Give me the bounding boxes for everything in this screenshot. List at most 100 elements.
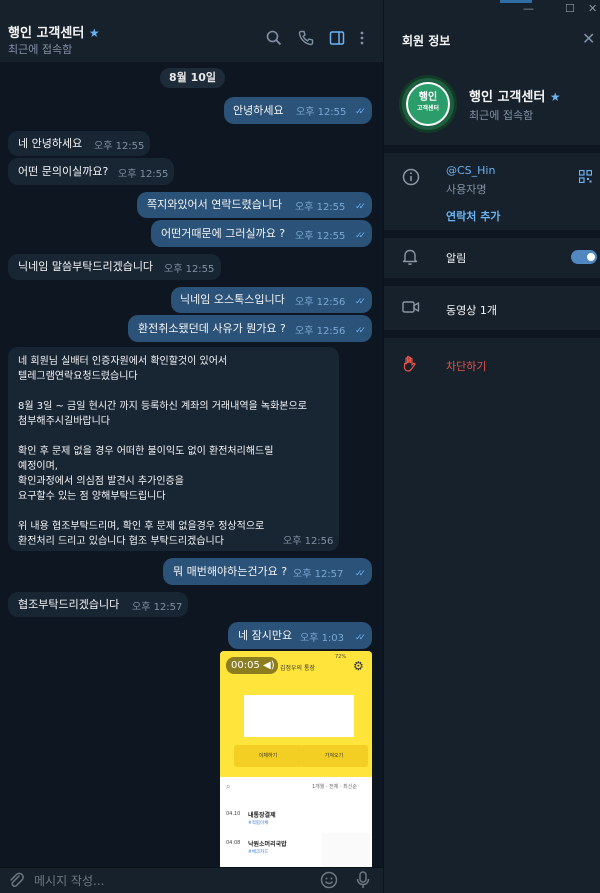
add-contact-button[interactable]: 연락처 추가	[446, 208, 500, 224]
message-text: 환전취소됐던데 사유가 뭔가요 ?	[138, 322, 286, 335]
attachment-row-date: 04.10	[226, 811, 241, 817]
message-outgoing[interactable]: 환전취소됐던데 사유가 뭔가요 ? 오후 12:56 ✓✓	[128, 315, 372, 342]
chat-status: 최근에 접속함	[8, 43, 73, 56]
search-icon: ⌕	[226, 782, 231, 791]
message-time: 오후 12:55	[94, 141, 145, 152]
message-text: 닉네임 오스톡스입니다	[180, 293, 285, 306]
read-checkmarks-icon: ✓✓	[355, 633, 366, 643]
message-outgoing[interactable]: 쪽지와있어서 연락드렸습니다 오후 12:55 ✓✓	[137, 192, 372, 218]
message-composer	[0, 867, 383, 893]
message-time: 오후 12:56	[295, 297, 346, 308]
attachment-account-card	[244, 695, 354, 737]
message-outgoing[interactable]: 안녕하세요 오후 12:55 ✓✓	[224, 97, 372, 124]
message-incoming[interactable]: 네 회원님 실배터 인증자원에서 확인할것이 있어서 텔레그램연락요청드렸습니다…	[8, 347, 339, 551]
message-text: 어떤거때문에 그러실까요 ?	[161, 227, 286, 240]
window-close-icon[interactable]: ✕	[588, 2, 597, 15]
message-time: 오후 12:57	[293, 569, 344, 580]
message-text: 닉네임 말씀부탁드리겠습니다	[18, 260, 154, 273]
message-text: 뭐 매번해야하는건가요 ?	[173, 565, 288, 578]
read-checkmarks-icon: ✓✓	[355, 326, 366, 336]
message-outgoing[interactable]: 네 잠시만요 오후 1:03 ✓✓	[228, 622, 372, 649]
more-menu-icon[interactable]	[358, 30, 376, 48]
chat-title[interactable]: 행인 고객센터 ★	[8, 22, 100, 41]
username-label: 사용자명	[446, 183, 487, 196]
message-text: 네 회원님 실배터 인증자원에서 확인할것이 있어서 텔레그램연락요청드렸습니다…	[18, 356, 307, 547]
close-icon[interactable]: ✕	[582, 29, 595, 48]
message-time: 오후 12:56	[283, 536, 334, 547]
message-time: 오후 12:56	[295, 326, 346, 337]
notifications-toggle[interactable]	[571, 250, 597, 264]
speaker-icon: ◀)	[263, 660, 275, 671]
read-checkmarks-icon: ✓✓	[355, 569, 366, 579]
message-incoming[interactable]: 협조부탁드리겠습니다 오후 12:57	[8, 592, 188, 617]
divider	[384, 230, 600, 238]
block-hand-icon	[402, 355, 418, 377]
divider	[384, 330, 600, 338]
paperclip-icon[interactable]	[8, 871, 24, 893]
date-separator: 8월 10일	[160, 68, 225, 88]
minimize-icon[interactable]: —	[523, 2, 534, 15]
avatar[interactable]: 행인 고객센터	[399, 75, 457, 133]
message-text: 어떤 문의이실까요?	[18, 165, 109, 178]
titlebar-accent	[500, 0, 532, 3]
microphone-icon[interactable]	[356, 871, 370, 893]
maximize-icon[interactable]: ☐	[565, 2, 575, 15]
message-text: 네 잠시만요	[238, 629, 293, 642]
message-time: 오후 12:55	[295, 202, 346, 213]
panel-title: 회원 정보	[402, 34, 451, 48]
message-text: 안녕하세요	[233, 104, 284, 117]
video-duration-badge[interactable]: 00:05 ◀)	[226, 657, 278, 674]
message-time: 오후 12:55	[295, 231, 346, 242]
message-time: 오후 12:55	[164, 264, 215, 275]
read-checkmarks-icon: ✓✓	[355, 107, 366, 117]
message-incoming[interactable]: 네 안녕하세요 오후 12:55	[8, 131, 150, 156]
block-button[interactable]: 차단하기	[446, 358, 486, 374]
video-attachment[interactable]: 김정우의 통장 72% ⚙ 00:05 ◀) 이체하기 가져오기 ⌕ 1개월 ·…	[220, 651, 372, 867]
notifications-label: 알림	[446, 252, 467, 265]
phone-icon[interactable]	[298, 30, 316, 48]
message-incoming[interactable]: 어떤 문의이실까요? 오후 12:55	[8, 158, 174, 185]
telegram-window: 행인 고객센터 ★ 최근에 접속함 8월 10일 안녕하세요 오후 12:55 …	[0, 0, 600, 893]
message-incoming[interactable]: 닉네임 말씀부탁드리겠습니다 오후 12:55	[8, 254, 221, 280]
qr-code-icon[interactable]	[578, 169, 593, 186]
message-text: 협조부탁드리겠습니다	[18, 598, 120, 611]
message-text: 쪽지와있어서 연락드렸습니다	[147, 198, 283, 211]
search-icon[interactable]	[266, 30, 284, 48]
message-input[interactable]	[34, 872, 304, 890]
divider	[384, 145, 600, 153]
attachment-import-button: 가져오기	[300, 745, 368, 767]
profile-status: 최근에 접속함	[469, 109, 534, 122]
message-text: 네 안녕하세요	[18, 137, 83, 150]
message-list[interactable]: 8월 10일 안녕하세요 오후 12:55 ✓✓ 네 안녕하세요 오후 12:5…	[0, 62, 383, 867]
verified-star-icon: ★	[88, 26, 100, 40]
message-time: 오후 12:57	[132, 602, 183, 613]
bell-icon	[402, 248, 418, 270]
video-icon	[402, 300, 420, 318]
avatar-logo: 행인 고객센터	[406, 82, 450, 126]
attachment-transfer-button: 이체하기	[234, 745, 302, 767]
attachment-row-name: 낙원소머리국밥	[248, 841, 287, 848]
read-checkmarks-icon: ✓✓	[355, 231, 366, 241]
message-outgoing[interactable]: 어떤거때문에 그러실까요 ? 오후 12:55 ✓✓	[151, 220, 372, 247]
profile-name: 행인 고객센터 ★	[469, 90, 561, 105]
attachment-filter: 1개월 · 전체 · 최신순	[312, 784, 357, 790]
message-outgoing[interactable]: 뭐 매번해야하는건가요 ? 오후 12:57 ✓✓	[163, 558, 372, 585]
info-icon	[402, 168, 420, 190]
chat-header[interactable]: 행인 고객센터 ★ 최근에 접속함	[0, 0, 383, 62]
sidebar-toggle-icon[interactable]	[329, 30, 347, 48]
attachment-app-title: 김정우의 통장	[280, 665, 316, 672]
message-time: 오후 12:55	[118, 169, 169, 180]
message-outgoing[interactable]: 닉네임 오스톡스입니다 오후 12:56 ✓✓	[171, 287, 372, 313]
attachment-transaction-list: ⌕ 1개월 · 전체 · 최신순 04.10 내통장결제 #적립이체 04.08…	[220, 777, 372, 867]
attachment-row-date: 04.08	[226, 840, 241, 846]
verified-star-icon: ★	[549, 90, 561, 104]
videos-count[interactable]: 동영상 1개	[446, 302, 497, 318]
read-checkmarks-icon: ✓✓	[355, 297, 366, 307]
chat-column: 행인 고객센터 ★ 최근에 접속함 8월 10일 안녕하세요 오후 12:55 …	[0, 0, 383, 893]
emoji-icon[interactable]	[320, 871, 338, 893]
attachment-row-sub: #체크카드	[248, 850, 269, 855]
profile-username[interactable]: @CS_Hin	[446, 164, 495, 177]
attachment-row-sub: #적립이체	[248, 821, 269, 826]
toggle-knob	[585, 251, 597, 263]
profile-panel: — ☐ ✕ 회원 정보 ✕ 행인 고객센터 행인 고객센터 ★ 최근에 접속함 …	[383, 0, 600, 893]
